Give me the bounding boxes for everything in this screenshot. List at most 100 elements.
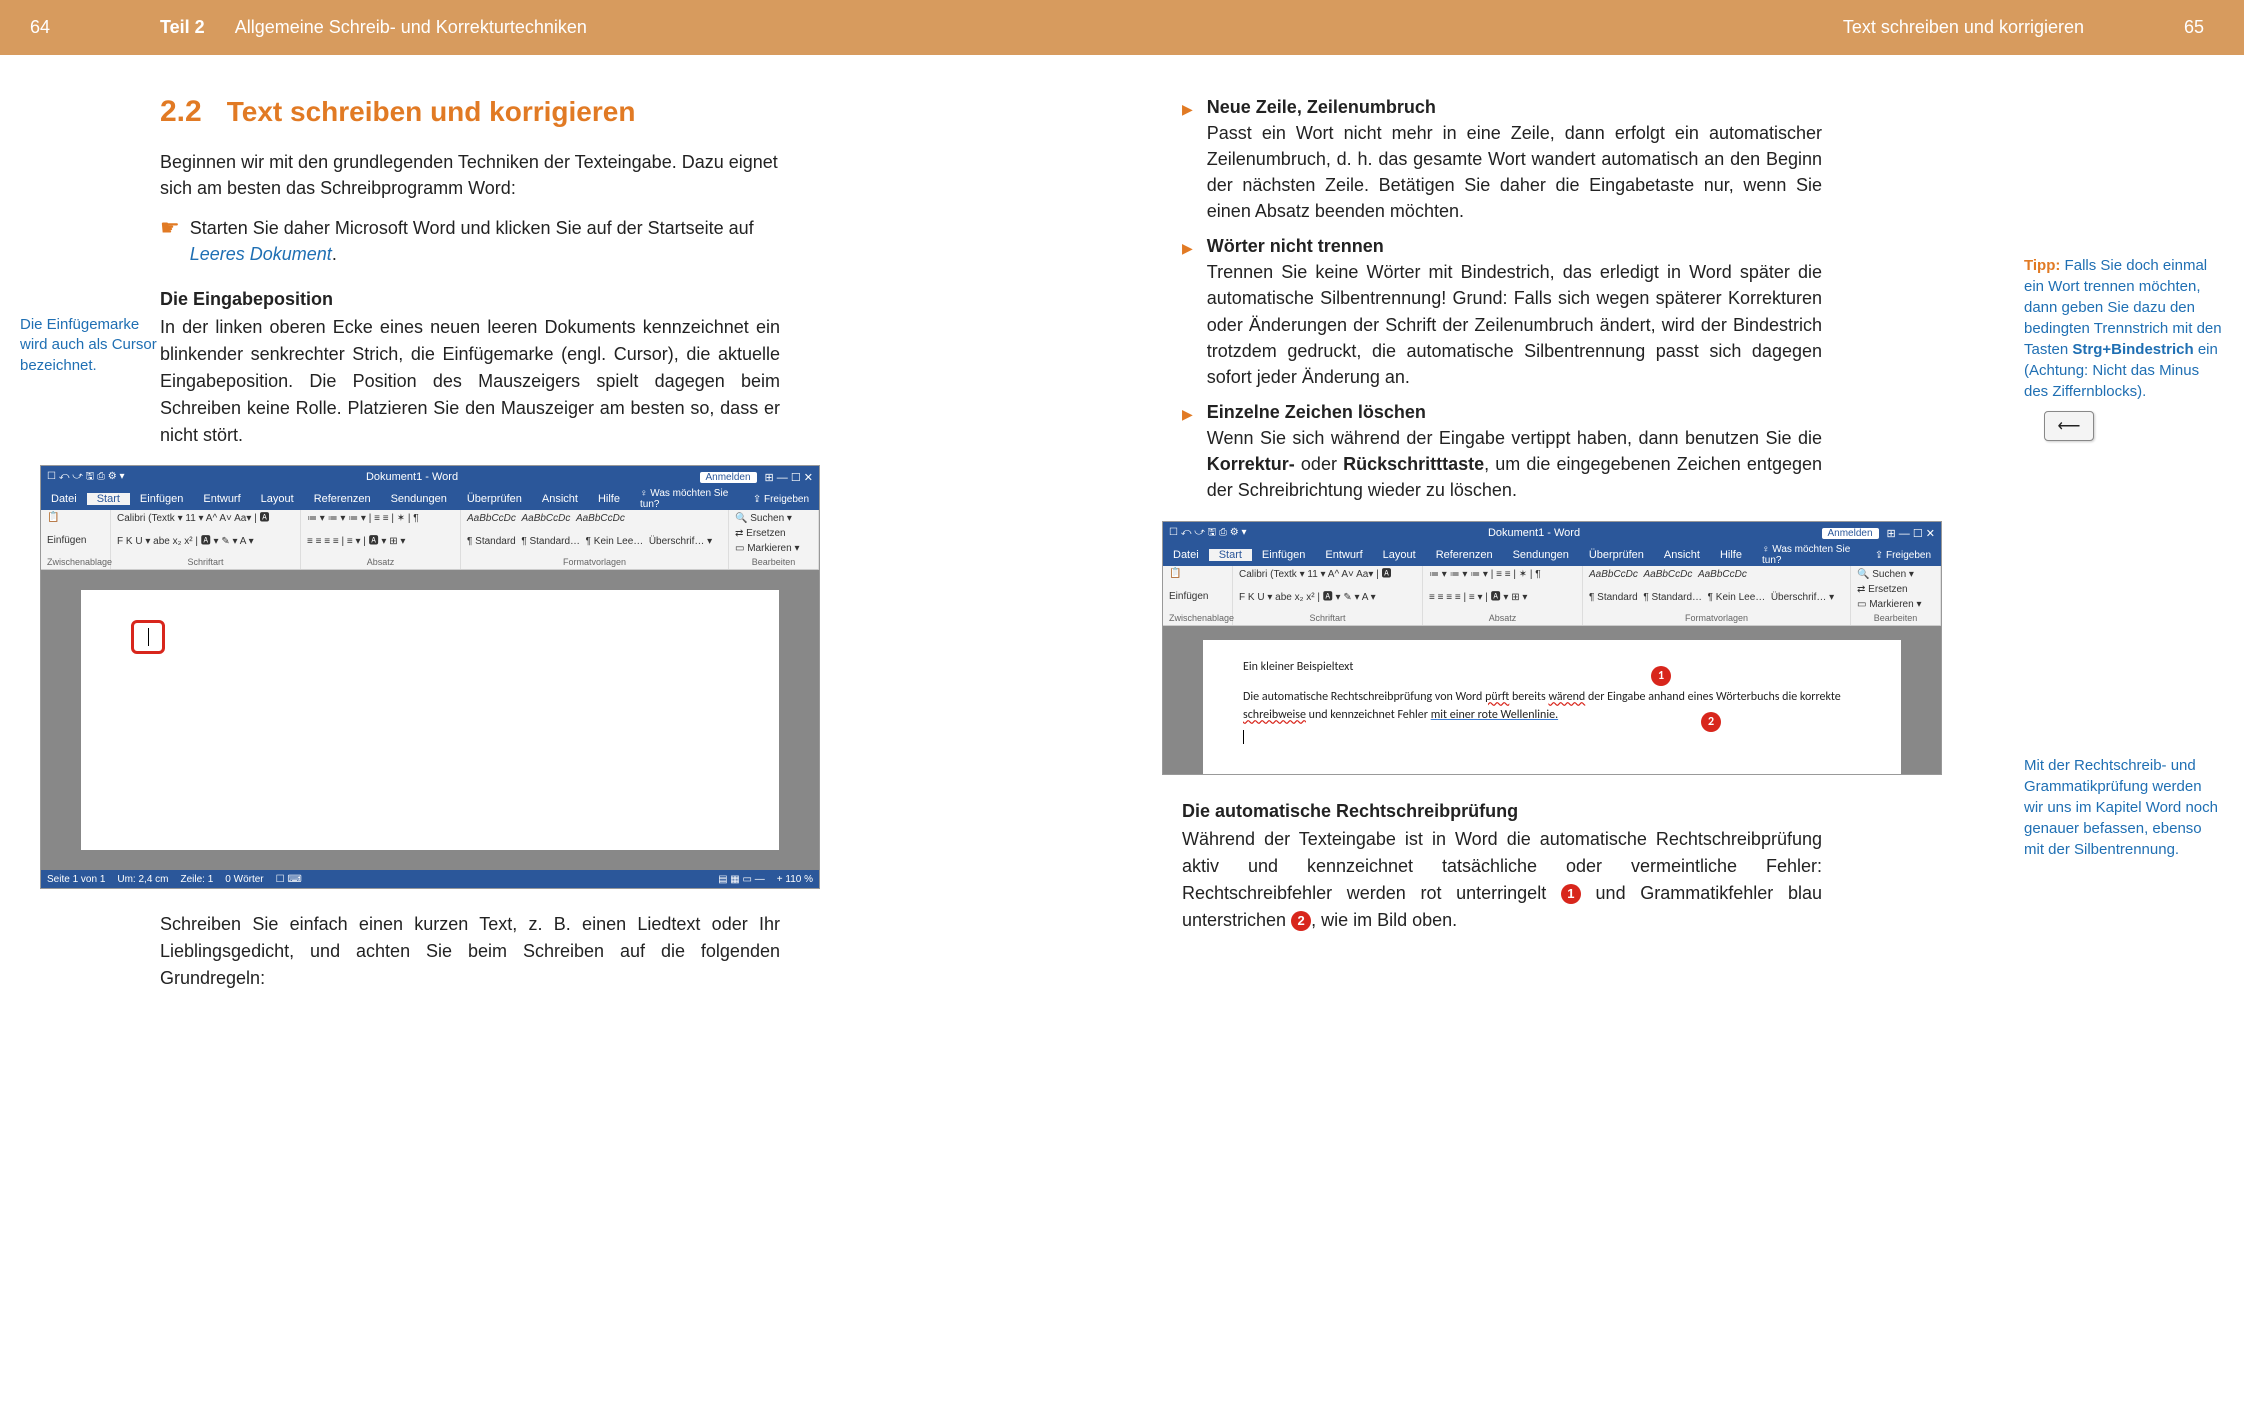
- tab-review[interactable]: Überprüfen: [457, 493, 532, 505]
- tab-help[interactable]: Hilfe: [1710, 549, 1752, 561]
- margin-note-cursor: Die Einfügemarke wird auch als Cursor be…: [20, 315, 160, 376]
- section-number: 2.2: [160, 95, 202, 129]
- status-line[interactable]: Zeile: 1: [181, 874, 214, 885]
- grammar-error: mit einer rote Wellenlinie.: [1431, 708, 1558, 722]
- page-left: Die Einfügemarke wird auch als Cursor be…: [0, 55, 1122, 1032]
- tab-view[interactable]: Ansicht: [532, 493, 588, 505]
- tab-file[interactable]: Datei: [1163, 549, 1209, 561]
- sample-paragraph: Die automatische Rechtschreibprüfung von…: [1243, 688, 1861, 724]
- spell-error-3: schreibweise: [1243, 708, 1306, 722]
- status-words[interactable]: 0 Wörter: [225, 874, 263, 885]
- tab-design[interactable]: Entwurf: [1315, 549, 1372, 561]
- tab-home[interactable]: Start: [1209, 549, 1252, 561]
- blank-document-link: Leeres Dokument: [190, 244, 332, 264]
- tab-review[interactable]: Überprüfen: [1579, 549, 1654, 561]
- body-autocheck: Während der Texteingabe ist in Word die …: [1182, 826, 1822, 934]
- margin-note-spellcheck: Mit der Rechtschreib- und Grammatikprüfu…: [2024, 755, 2224, 860]
- subhead-autocheck: Die automatische Rechtschreibprüfung: [1182, 801, 1822, 822]
- tell-me-box[interactable]: ♀ Was möchten Sie tun?: [1752, 544, 1865, 566]
- text-cursor-icon: [1243, 730, 1244, 744]
- page-number-left: 64: [0, 17, 160, 38]
- cursor-highlight-box: [131, 620, 165, 654]
- ribbon-tabs: Datei Start Einfügen Entwurf Layout Refe…: [41, 488, 819, 510]
- write-something-paragraph: Schreiben Sie einfach einen kurzen Text,…: [160, 911, 780, 992]
- window-controls[interactable]: ⊞ — ☐ ✕: [765, 471, 813, 484]
- para-row2[interactable]: ≡ ≡ ≡ ≡ | ≡ ▾ | 🅰 ▾ ⊞ ▾: [307, 535, 454, 549]
- callout-1: 1: [1651, 666, 1671, 686]
- page-number-right: 65: [2124, 17, 2204, 38]
- font-style-row[interactable]: F K U ▾ abe x₂ x² | 🅰 ▾ ✎ ▾ A ▾: [117, 535, 294, 549]
- bullet-body-delete: Wenn Sie sich während der Eingabe vertip…: [1207, 425, 1822, 503]
- bullet-head-delete: Einzelne Zeichen löschen: [1207, 402, 1822, 423]
- spell-error-2: wärend: [1548, 690, 1585, 704]
- status-icons[interactable]: ☐ ⌨: [276, 874, 302, 885]
- bullet-body-nohyphen: Trennen Sie keine Wörter mit Bindestrich…: [1207, 259, 1822, 389]
- hand-bullet-text: Starten Sie daher Microsoft Word und kli…: [190, 215, 780, 267]
- share-button[interactable]: ⇪ Freigeben: [743, 494, 819, 505]
- spell-error-1: pürft: [1485, 690, 1509, 704]
- part-label: Teil 2: [160, 17, 205, 38]
- window-title: Dokument1 - Word: [1247, 527, 1822, 539]
- callout-2: 2: [1701, 712, 1721, 732]
- tab-file[interactable]: Datei: [41, 493, 87, 505]
- tab-insert[interactable]: Einfügen: [1252, 549, 1315, 561]
- tab-mailings[interactable]: Sendungen: [1503, 549, 1579, 561]
- qat-icons[interactable]: ☐ ⤺ ⤻ 🖫 ⎙ ⚙ ▾: [47, 469, 125, 486]
- subhead-input-position: Die Eingabeposition: [160, 289, 780, 310]
- text-cursor-icon: [148, 628, 149, 646]
- group-editing: Bearbeiten: [735, 557, 812, 567]
- status-bar: Seite 1 von 1 Um: 2,4 cm Zeile: 1 0 Wört…: [41, 870, 819, 888]
- tab-mailings[interactable]: Sendungen: [381, 493, 457, 505]
- tell-me-box[interactable]: ♀ Was möchten Sie tun?: [630, 488, 743, 510]
- bullet-body-newline: Passt ein Wort nicht mehr in eine Zeile,…: [1207, 120, 1822, 224]
- share-button[interactable]: ⇪ Freigeben: [1865, 550, 1941, 561]
- qat-icons[interactable]: ☐ ⤺ ⤻ 🖫 ⎙ ⚙ ▾: [1169, 525, 1247, 542]
- tab-references[interactable]: Referenzen: [1426, 549, 1503, 561]
- word-window-sample-text: ☐ ⤺ ⤻ 🖫 ⎙ ⚙ ▾ Dokument1 - Word Anmelden …: [1162, 521, 1942, 775]
- status-position[interactable]: Um: 2,4 cm: [117, 874, 168, 885]
- signin-button[interactable]: Anmelden: [700, 472, 757, 483]
- tab-layout[interactable]: Layout: [1373, 549, 1426, 561]
- ribbon: 📋 Einfügen Zwischenablage Calibri (Textk…: [1163, 566, 1941, 626]
- window-controls[interactable]: ⊞ — ☐ ✕: [1887, 527, 1935, 540]
- sample-heading: Ein kleiner Beispieltext: [1243, 660, 1861, 674]
- para-row1[interactable]: ≔ ▾ ≔ ▾ ≔ ▾ | ≡ ≡ | ✶ | ¶: [307, 512, 454, 526]
- window-title: Dokument1 - Word: [125, 471, 700, 483]
- view-buttons[interactable]: ▤ ▦ ▭ —: [718, 874, 765, 885]
- tab-insert[interactable]: Einfügen: [130, 493, 193, 505]
- callout-ref-1: 1: [1561, 884, 1581, 904]
- running-title-right: Text schreiben und korrigieren: [1843, 17, 2084, 38]
- hand-pointer-icon: ☛: [160, 215, 180, 267]
- group-clipboard: Zwischenablage: [47, 557, 104, 567]
- group-font: Schriftart: [117, 557, 294, 567]
- section-title: Text schreiben und korrigieren: [227, 96, 636, 128]
- bullet-head-nohyphen: Wörter nicht trennen: [1207, 236, 1822, 257]
- callout-ref-2: 2: [1291, 911, 1311, 931]
- triangle-bullet-icon: ▶: [1182, 101, 1193, 224]
- tab-layout[interactable]: Layout: [251, 493, 304, 505]
- group-paragraph: Absatz: [307, 557, 454, 567]
- font-family-combo[interactable]: Calibri (Textk: [117, 513, 175, 524]
- tab-view[interactable]: Ansicht: [1654, 549, 1710, 561]
- tab-design[interactable]: Entwurf: [193, 493, 250, 505]
- signin-button[interactable]: Anmelden: [1822, 528, 1879, 539]
- replace-button[interactable]: ⇄ Ersetzen: [735, 527, 812, 541]
- tab-help[interactable]: Hilfe: [588, 493, 630, 505]
- part-title: Allgemeine Schreib- und Korrekturtechnik…: [235, 17, 587, 38]
- sample-document: Ein kleiner Beispieltext Die automatisch…: [1203, 640, 1901, 774]
- ribbon: 📋 Einfügen Zwischenablage Calibri (Textk…: [41, 510, 819, 570]
- status-page[interactable]: Seite 1 von 1: [47, 874, 105, 885]
- tab-references[interactable]: Referenzen: [304, 493, 381, 505]
- zoom-control[interactable]: + 110 %: [777, 874, 813, 885]
- running-header: 64 Teil 2 Allgemeine Schreib- und Korrek…: [0, 0, 2244, 55]
- triangle-bullet-icon: ▶: [1182, 240, 1193, 389]
- find-button[interactable]: 🔍 Suchen ▾: [735, 512, 812, 526]
- triangle-bullet-icon: ▶: [1182, 406, 1193, 503]
- bullet-head-newline: Neue Zeile, Zeilenumbruch: [1207, 97, 1822, 118]
- paste-label[interactable]: Einfügen: [47, 535, 104, 546]
- select-button[interactable]: ▭ Markieren ▾: [735, 542, 812, 556]
- font-size-combo[interactable]: 11: [185, 513, 195, 524]
- paste-icon[interactable]: 📋: [47, 512, 104, 523]
- tab-home[interactable]: Start: [87, 493, 130, 505]
- ribbon-tabs: Datei Start Einfügen Entwurf Layout Refe…: [1163, 544, 1941, 566]
